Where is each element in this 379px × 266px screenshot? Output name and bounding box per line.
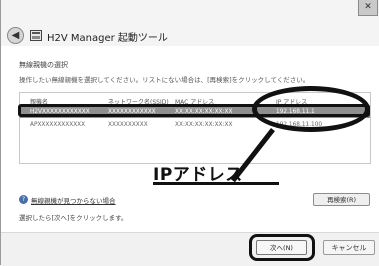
cell-ssid: XXXXXXXXXX (108, 122, 148, 128)
rescan-button[interactable]: 再検索(R) (313, 193, 370, 206)
app-icon (30, 30, 42, 41)
cell-name: APXXXXXXXXXXXX (30, 122, 86, 128)
section-title: 無線親機の選択 (19, 61, 68, 69)
instruction-text: 操作したい無線親機を選択してください。リストにない場合は、[再検索]をクリックし… (19, 76, 310, 84)
next-button-highlight (249, 234, 315, 261)
annotation-underline (153, 182, 279, 185)
cell-mac: XX:XX:XX:XX:XX:XX (175, 122, 233, 128)
title-bar: ✕ ◀ H2V Manager 起動ツール (1, 0, 379, 46)
cancel-button[interactable]: キャンセル (323, 240, 375, 255)
setup-wizard-window: ✕ ◀ H2V Manager 起動ツール 無線親機の選択 操作したい無線親機を… (0, 0, 379, 266)
help-link[interactable]: 無線親機が見つからない場合 (31, 195, 116, 205)
window-title: H2V Manager 起動ツール (47, 33, 168, 44)
close-button[interactable]: ✕ (358, 0, 378, 16)
back-arrow-icon[interactable]: ◀ (7, 27, 24, 44)
help-icon[interactable]: ? (19, 195, 28, 204)
ip-column-highlight-ellipse (252, 86, 370, 132)
bottom-note: 選択したら[次へ]をクリックします。 (19, 214, 128, 222)
